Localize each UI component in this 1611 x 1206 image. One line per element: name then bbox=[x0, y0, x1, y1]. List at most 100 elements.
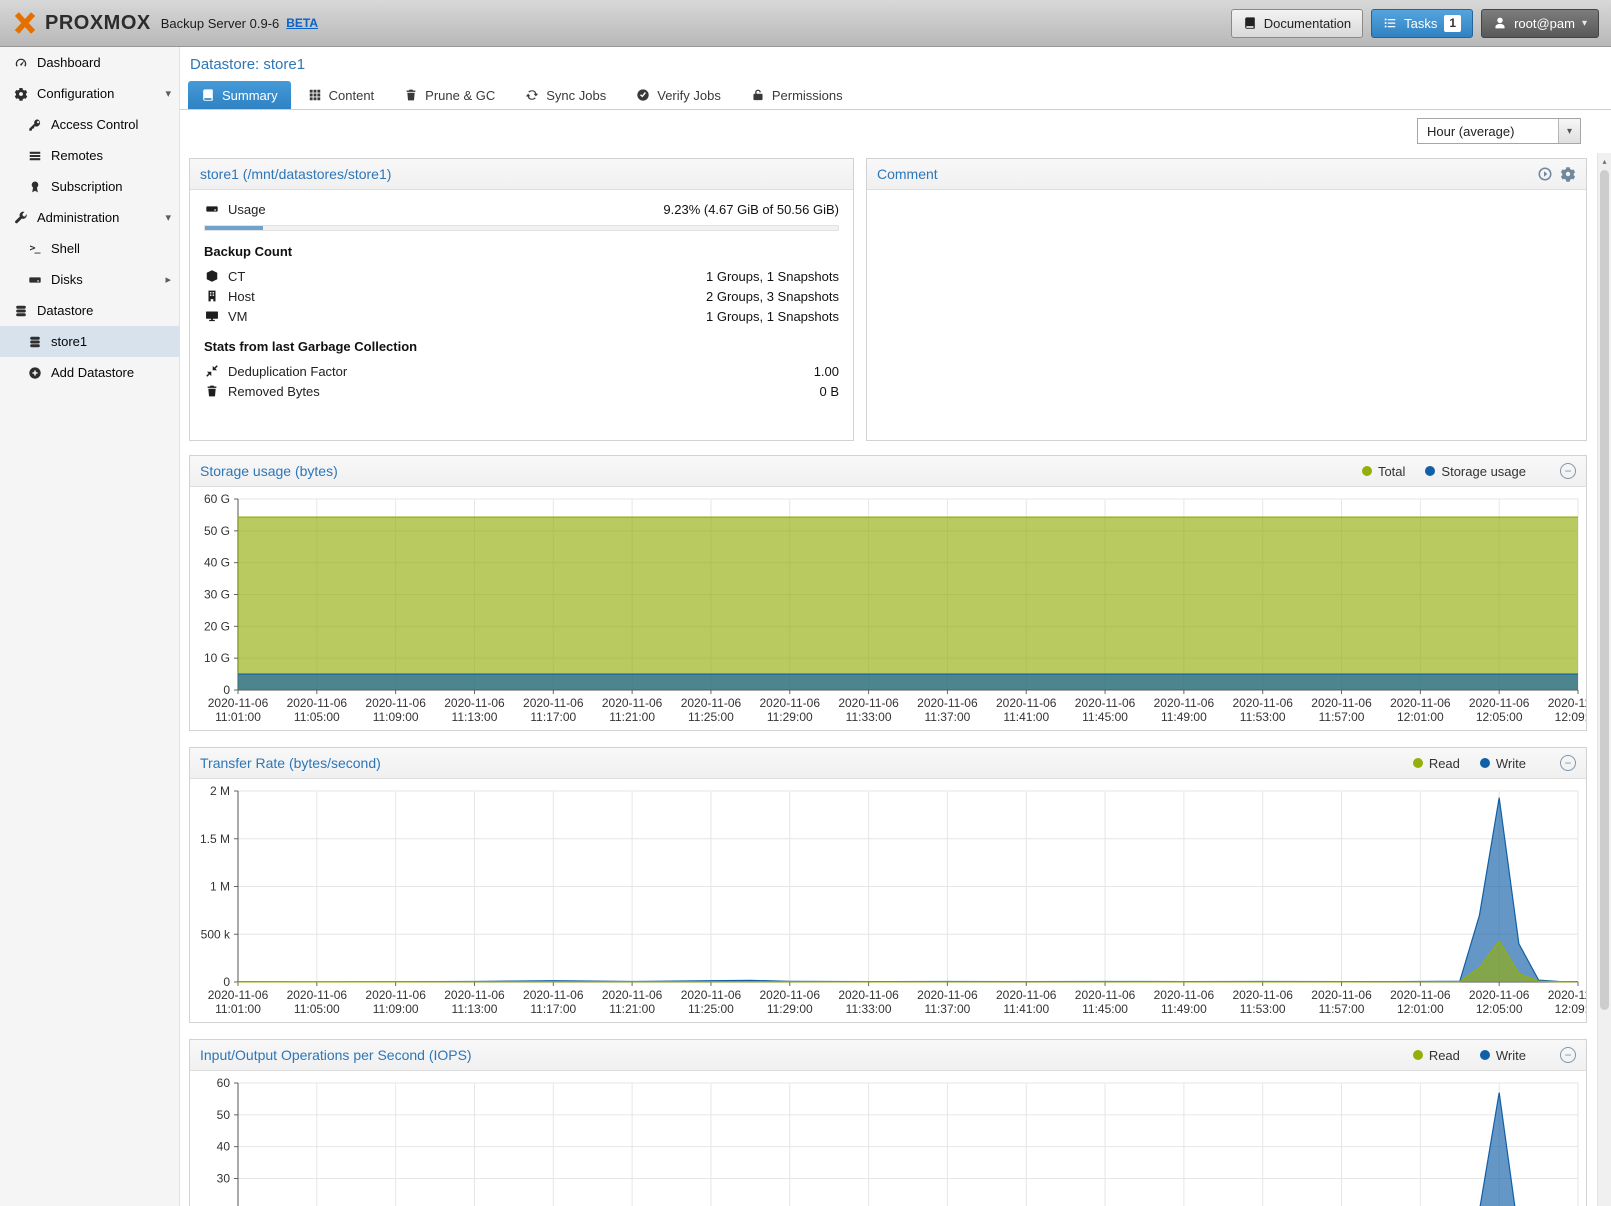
hdd-icon bbox=[204, 202, 219, 216]
sidebar-label: Administration bbox=[37, 210, 119, 225]
svg-text:2020-11-06: 2020-11-06 bbox=[1469, 696, 1530, 710]
collapse-chevron-icon[interactable]: ▾ bbox=[165, 211, 171, 224]
iops-panel: Input/Output Operations per Second (IOPS… bbox=[189, 1039, 1587, 1206]
combo-trigger[interactable]: ▾ bbox=[1558, 119, 1580, 143]
sync-icon bbox=[525, 88, 539, 102]
sidebar-item-subscription[interactable]: Subscription bbox=[0, 171, 179, 202]
user-icon bbox=[1493, 16, 1507, 30]
tasks-button[interactable]: Tasks 1 bbox=[1371, 9, 1473, 38]
tab-permissions[interactable]: Permissions bbox=[738, 81, 856, 109]
svg-text:1 M: 1 M bbox=[210, 880, 230, 894]
legend-label: Storage usage bbox=[1441, 464, 1526, 479]
user-menu-button[interactable]: root@pam ▾ bbox=[1481, 9, 1599, 38]
svg-text:2020-11-06: 2020-11-06 bbox=[523, 696, 584, 710]
gear-icon bbox=[13, 87, 28, 101]
sidebar-item-administration[interactable]: Administration ▾ bbox=[0, 202, 179, 233]
svg-text:2020-11-06: 2020-11-06 bbox=[760, 696, 821, 710]
sidebar-item-datastore[interactable]: Datastore bbox=[0, 295, 179, 326]
hdd-icon bbox=[27, 273, 42, 287]
panel-header: Comment bbox=[867, 159, 1586, 190]
circle-arrow-icon[interactable] bbox=[1537, 166, 1553, 182]
legend-label: Read bbox=[1429, 756, 1460, 771]
sidebar-item-access-control[interactable]: Access Control bbox=[0, 109, 179, 140]
svg-text:11:49:00: 11:49:00 bbox=[1161, 1002, 1207, 1016]
legend-item-write[interactable]: Write bbox=[1480, 1048, 1526, 1063]
svg-text:11:41:00: 11:41:00 bbox=[1003, 1002, 1049, 1016]
tab-verify-jobs[interactable]: Verify Jobs bbox=[623, 81, 734, 109]
sidebar-item-configuration[interactable]: Configuration ▾ bbox=[0, 78, 179, 109]
svg-text:11:05:00: 11:05:00 bbox=[294, 1002, 340, 1016]
row-value: 1.00 bbox=[814, 364, 839, 379]
scroll-up-arrow-icon[interactable]: ▴ bbox=[1598, 153, 1611, 169]
svg-text:2020-11-06: 2020-11-06 bbox=[444, 988, 505, 1002]
svg-text:11:01:00: 11:01:00 bbox=[215, 1002, 261, 1016]
svg-text:11:37:00: 11:37:00 bbox=[924, 1002, 970, 1016]
comment-panel: Comment bbox=[866, 158, 1587, 441]
chart-title: Storage usage (bytes) bbox=[200, 463, 338, 479]
legend-item-write[interactable]: Write bbox=[1480, 756, 1526, 771]
time-range-select[interactable]: Hour (average) ▾ bbox=[1417, 118, 1581, 144]
svg-text:2020-11-06: 2020-11-06 bbox=[287, 988, 348, 1002]
sidebar-item-store1[interactable]: store1 bbox=[0, 326, 179, 357]
chart-title: Input/Output Operations per Second (IOPS… bbox=[200, 1047, 472, 1063]
svg-text:30: 30 bbox=[217, 1172, 231, 1186]
panel-title: Comment bbox=[877, 166, 938, 182]
sidebar-item-shell[interactable]: >_ Shell bbox=[0, 233, 179, 264]
svg-text:11:53:00: 11:53:00 bbox=[1240, 710, 1286, 724]
collapse-icon[interactable]: − bbox=[1560, 463, 1576, 479]
svg-text:30 G: 30 G bbox=[204, 588, 230, 602]
collapse-icon[interactable]: − bbox=[1560, 1047, 1576, 1063]
svg-text:11:09:00: 11:09:00 bbox=[373, 710, 419, 724]
legend-item-total[interactable]: Total bbox=[1362, 464, 1405, 479]
svg-text:60 G: 60 G bbox=[204, 492, 230, 506]
terminal-icon: >_ bbox=[27, 243, 42, 254]
summary-body: Usage 9.23% (4.67 GiB of 50.56 GiB) Back… bbox=[190, 190, 853, 440]
scrollbar-thumb[interactable] bbox=[1600, 170, 1609, 1010]
svg-text:12:01:00: 12:01:00 bbox=[1397, 1002, 1444, 1016]
sidebar-item-dashboard[interactable]: Dashboard bbox=[0, 47, 179, 78]
backup-count-row-vm: VM 1 Groups, 1 Snapshots bbox=[204, 306, 839, 326]
time-range-value: Hour (average) bbox=[1418, 124, 1558, 139]
svg-text:2020-11-06: 2020-11-06 bbox=[365, 696, 426, 710]
documentation-button[interactable]: Documentation bbox=[1231, 9, 1363, 38]
sidebar-label: Configuration bbox=[37, 86, 114, 101]
sidebar-label: Datastore bbox=[37, 303, 93, 318]
legend-item-read[interactable]: Read bbox=[1413, 1048, 1460, 1063]
collapse-chevron-icon[interactable]: ▾ bbox=[165, 87, 171, 100]
collapse-icon[interactable]: − bbox=[1560, 755, 1576, 771]
svg-text:11:57:00: 11:57:00 bbox=[1319, 710, 1365, 724]
tab-content[interactable]: Content bbox=[295, 81, 388, 109]
tab-prune-gc[interactable]: Prune & GC bbox=[391, 81, 508, 109]
cube-icon bbox=[204, 269, 219, 283]
usage-progress-bar bbox=[204, 225, 839, 231]
svg-text:12:09:00: 12:09:00 bbox=[1555, 1002, 1586, 1016]
legend-label: Write bbox=[1496, 756, 1526, 771]
tab-summary[interactable]: Summary bbox=[188, 81, 291, 109]
tab-sync-jobs[interactable]: Sync Jobs bbox=[512, 81, 619, 109]
row-label: Host bbox=[228, 289, 255, 304]
svg-text:2020-11-06: 2020-11-06 bbox=[996, 988, 1057, 1002]
svg-text:11:17:00: 11:17:00 bbox=[530, 710, 576, 724]
legend-item-storage-usage[interactable]: Storage usage bbox=[1425, 464, 1526, 479]
svg-text:11:25:00: 11:25:00 bbox=[688, 710, 734, 724]
svg-text:500 k: 500 k bbox=[201, 927, 231, 941]
sidebar-item-disks[interactable]: Disks ▸ bbox=[0, 264, 179, 295]
panel-header: Input/Output Operations per Second (IOPS… bbox=[190, 1040, 1586, 1071]
svg-text:2020-11-06: 2020-11-06 bbox=[1548, 696, 1586, 710]
trash-icon bbox=[404, 88, 418, 102]
svg-text:40 G: 40 G bbox=[204, 556, 230, 570]
svg-text:2020-11-06: 2020-11-06 bbox=[1311, 988, 1372, 1002]
sidebar-item-add-datastore[interactable]: Add Datastore bbox=[0, 357, 179, 388]
expand-chevron-icon[interactable]: ▸ bbox=[165, 273, 171, 286]
legend-label: Total bbox=[1378, 464, 1405, 479]
monitor-icon bbox=[204, 309, 219, 323]
sidebar-item-remotes[interactable]: Remotes bbox=[0, 140, 179, 171]
gear-icon[interactable] bbox=[1560, 166, 1576, 182]
beta-link[interactable]: BETA bbox=[286, 16, 318, 30]
usage-label: Usage bbox=[228, 202, 266, 217]
legend-item-read[interactable]: Read bbox=[1413, 756, 1460, 771]
grid-icon bbox=[308, 88, 322, 102]
tasks-icon bbox=[1383, 16, 1397, 30]
svg-text:11:05:00: 11:05:00 bbox=[294, 710, 340, 724]
vertical-scrollbar[interactable]: ▴ bbox=[1597, 153, 1611, 1206]
